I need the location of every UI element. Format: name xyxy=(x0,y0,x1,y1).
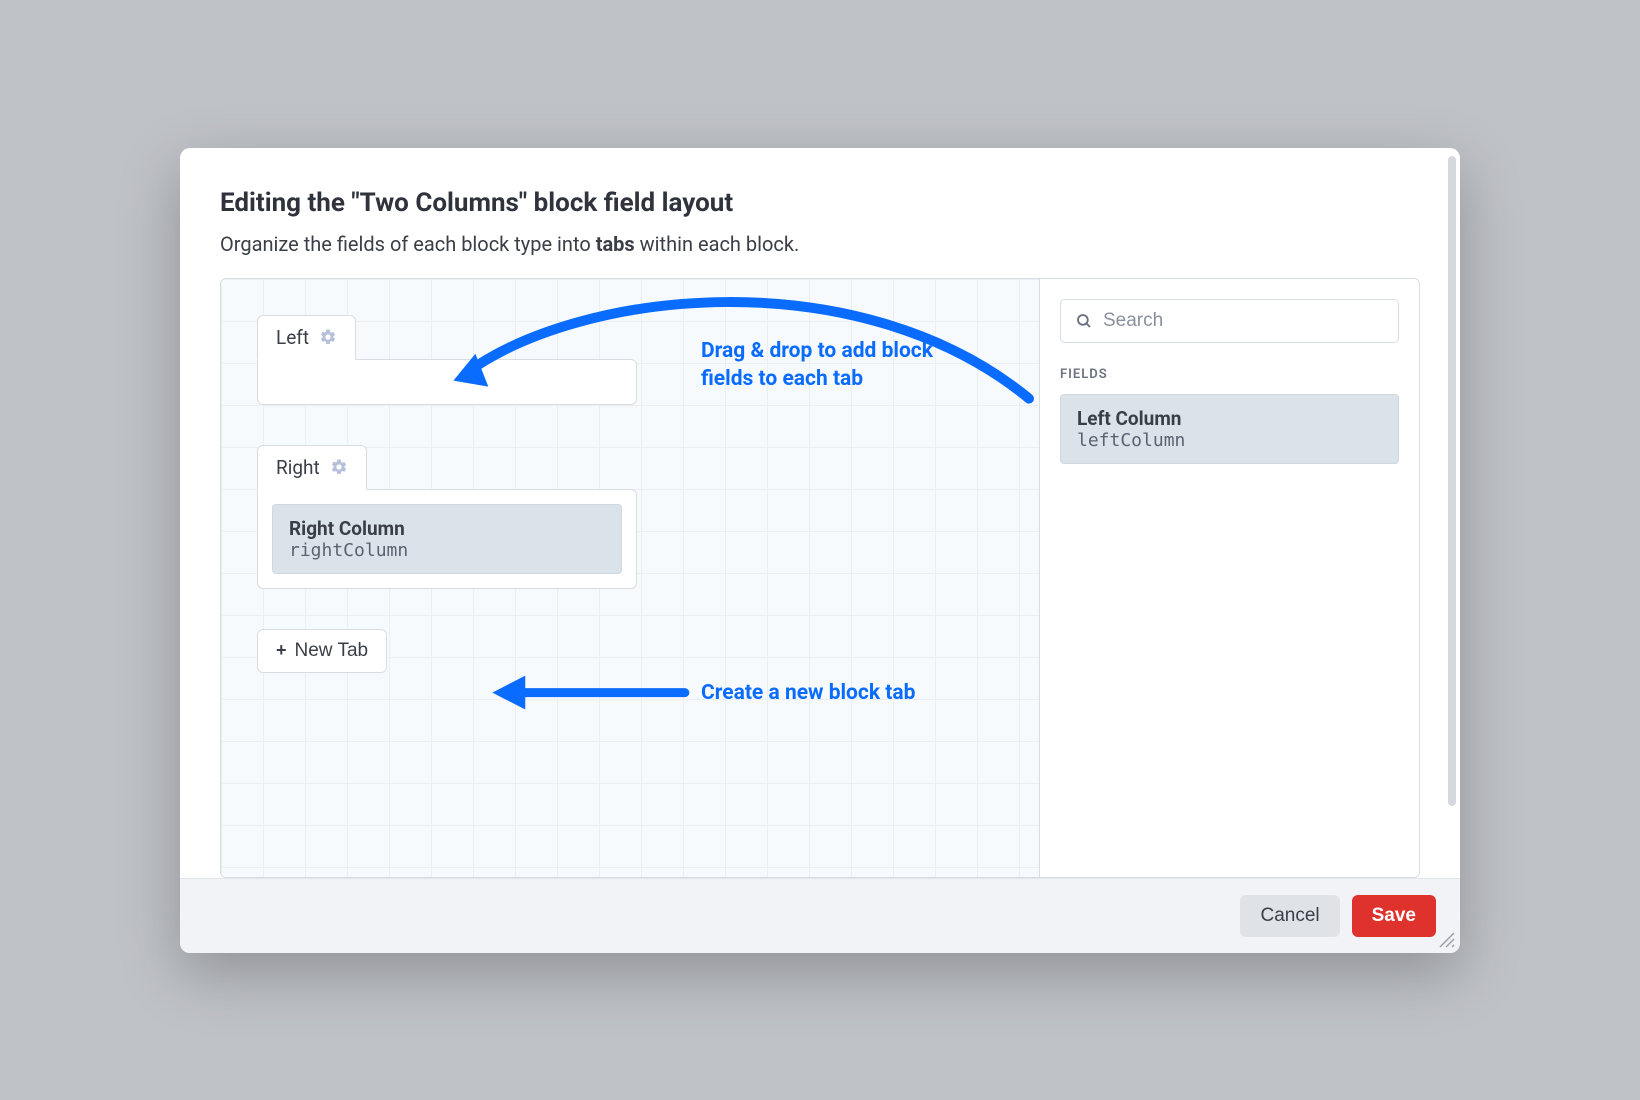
tab-block-left[interactable]: Left xyxy=(257,315,1003,405)
plus-icon: + xyxy=(276,640,287,661)
subtitle-part-2: within each block. xyxy=(635,232,800,256)
gear-icon[interactable] xyxy=(319,328,337,346)
sidebar-fields: FIELDS Left Column leftColumn xyxy=(1039,279,1419,877)
field-chip-handle: leftColumn xyxy=(1077,430,1382,451)
tab-block-right[interactable]: Right Right Column rightColumn xyxy=(257,445,1003,589)
scrollbar[interactable] xyxy=(1448,156,1456,806)
field-layout-designer: Left Right Right Column rightColumn xyxy=(221,279,1039,877)
field-chip-label: Left Column xyxy=(1077,407,1382,430)
gear-icon[interactable] xyxy=(330,458,348,476)
field-chip-handle: rightColumn xyxy=(289,540,605,561)
subtitle-bold: tabs xyxy=(596,232,635,256)
modal-body: Editing the "Two Columns" block field la… xyxy=(180,148,1460,878)
cancel-button[interactable]: Cancel xyxy=(1240,895,1339,937)
new-tab-button[interactable]: + New Tab xyxy=(257,629,387,673)
modal-dialog: Editing the "Two Columns" block field la… xyxy=(180,148,1460,953)
modal-footer: Cancel Save xyxy=(180,878,1460,953)
field-chip-right-column[interactable]: Right Column rightColumn xyxy=(272,504,622,574)
new-tab-label: New Tab xyxy=(295,640,369,662)
sidebar-section-label: FIELDS xyxy=(1060,367,1399,382)
search-input[interactable] xyxy=(1103,310,1384,332)
save-button[interactable]: Save xyxy=(1352,895,1436,937)
tab-header-left[interactable]: Left xyxy=(257,315,356,360)
tab-header-right[interactable]: Right xyxy=(257,445,367,490)
tab-label: Right xyxy=(276,456,320,479)
search-input-wrap[interactable] xyxy=(1060,299,1399,343)
search-icon xyxy=(1075,312,1093,330)
field-chip-left-column[interactable]: Left Column leftColumn xyxy=(1060,394,1399,464)
workspace: Left Right Right Column rightColumn xyxy=(220,278,1420,878)
annotation-new-tab: Create a new block tab xyxy=(701,679,915,707)
resize-grip-icon[interactable] xyxy=(1436,929,1456,949)
dialog-title: Editing the "Two Columns" block field la… xyxy=(220,188,1420,218)
dialog-subtitle: Organize the fields of each block type i… xyxy=(220,232,1420,256)
tab-label: Left xyxy=(276,326,309,349)
field-chip-label: Right Column xyxy=(289,517,605,540)
tab-dropzone-left[interactable] xyxy=(257,359,637,405)
tab-dropzone-right[interactable]: Right Column rightColumn xyxy=(257,489,637,589)
subtitle-part-1: Organize the fields of each block type i… xyxy=(220,232,596,256)
